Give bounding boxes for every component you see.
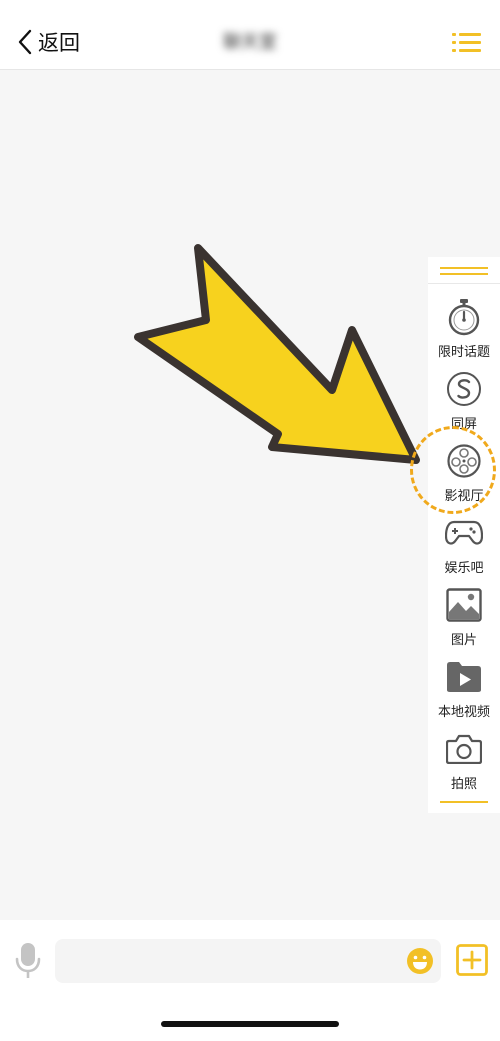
- panel-item-label: 拍照: [450, 777, 477, 792]
- panel-item-label: 限时话题: [437, 345, 490, 360]
- more-actions-button[interactable]: [456, 944, 488, 980]
- panel-item-timed-topic[interactable]: 限时话题: [428, 297, 500, 365]
- panel-item-take-photo[interactable]: 拍照: [428, 729, 500, 797]
- gamepad-icon: [444, 513, 484, 553]
- sync-screen-icon: [444, 369, 484, 409]
- side-tool-panel: 限时话题 同屏 影视厅 娱乐吧 图片 本地视频 拍照: [428, 257, 500, 813]
- list-menu-icon: [452, 33, 481, 52]
- panel-drag-handle[interactable]: [440, 267, 488, 279]
- panel-divider: [428, 283, 500, 284]
- microphone-icon: [15, 943, 41, 978]
- voice-input-button[interactable]: [14, 942, 42, 984]
- panel-item-label: 娱乐吧: [444, 561, 484, 576]
- chevron-left-icon: [18, 29, 32, 55]
- annotation-arrow-icon: [134, 244, 420, 464]
- panel-item-label: 图片: [450, 633, 477, 648]
- emoji-face-icon: [407, 948, 433, 974]
- home-indicator: [161, 1021, 339, 1027]
- top-navigation-bar: 返回 聊天室: [0, 0, 500, 70]
- stopwatch-icon: [444, 297, 484, 337]
- plus-square-icon: [456, 944, 488, 976]
- back-label: 返回: [38, 31, 80, 55]
- camera-icon: [444, 729, 484, 769]
- panel-bottom-divider: [440, 801, 488, 803]
- menu-button[interactable]: [452, 31, 482, 59]
- image-icon: [444, 585, 484, 625]
- message-input[interactable]: [55, 939, 441, 983]
- page-title: 聊天室: [223, 32, 277, 53]
- video-folder-icon: [444, 657, 484, 697]
- panel-item-label: 本地视频: [437, 705, 490, 720]
- panel-item-pictures[interactable]: 图片: [428, 585, 500, 653]
- emoji-button[interactable]: [406, 947, 434, 979]
- panel-item-local-video[interactable]: 本地视频: [428, 657, 500, 725]
- back-button[interactable]: 返回: [18, 22, 80, 62]
- highlight-ring: [410, 426, 496, 514]
- panel-item-entertainment[interactable]: 娱乐吧: [428, 513, 500, 581]
